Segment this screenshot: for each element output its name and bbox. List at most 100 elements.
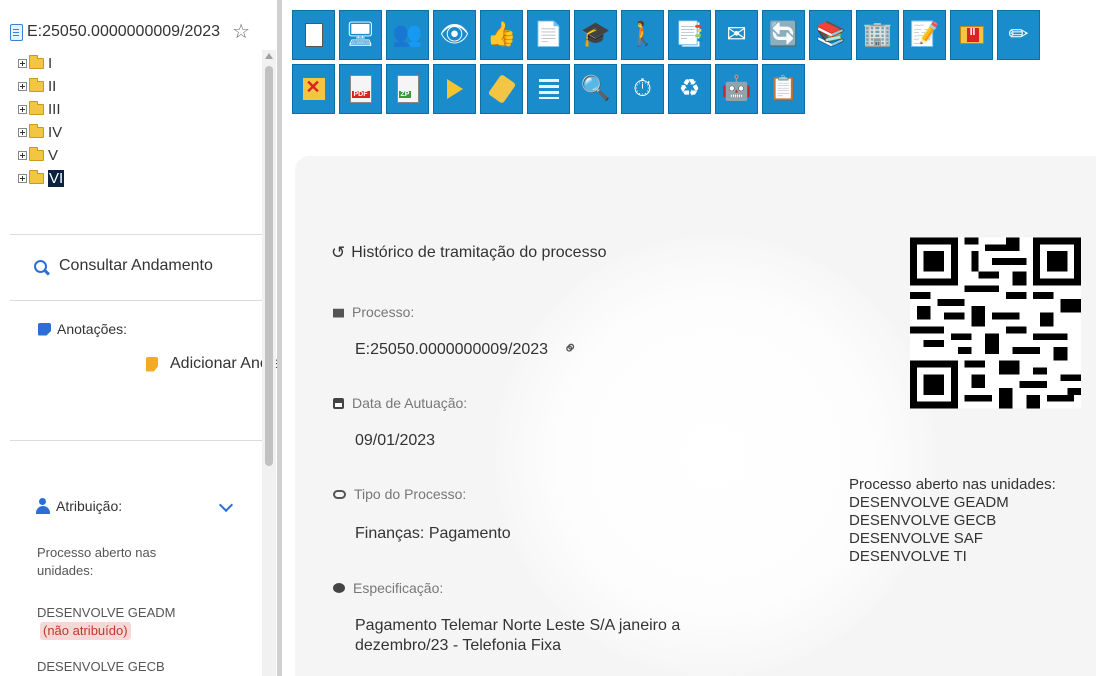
scroll-icon (333, 308, 344, 318)
new-document-button[interactable] (292, 10, 335, 60)
unit-name[interactable]: DESENVOLVE GECB (37, 659, 165, 674)
tree-item-label[interactable]: V (48, 147, 58, 164)
attribution-header[interactable]: Atribuição: (36, 498, 122, 514)
list-icon (538, 79, 559, 99)
scrollbar-thumb[interactable] (265, 66, 273, 466)
view-button[interactable]: 👁 (433, 10, 476, 60)
email-button[interactable]: ✉ (715, 10, 758, 60)
pdf-label: PDF (351, 91, 370, 98)
web-icon: 🖥 (345, 21, 376, 48)
refresh-button[interactable]: 🔄 (762, 10, 805, 60)
open-units-label: Processo aberto nas unidades: (37, 545, 157, 578)
divider (10, 440, 262, 441)
search-icon: 🔍 (580, 75, 611, 102)
edit-icon: ✏ (1008, 21, 1029, 48)
folder-icon (29, 78, 44, 92)
letter-button[interactable]: 📄 (527, 10, 570, 60)
tree-item-volume-3[interactable]: III (18, 98, 64, 121)
web-button[interactable]: 🖥 (339, 10, 382, 60)
spec-field-value: Pagamento Telemar Norte Leste S/A janeir… (355, 617, 681, 654)
date-field-label: Data de Autuação: (333, 395, 467, 411)
star-icon[interactable]: ☆ (232, 22, 250, 42)
user-icon (36, 498, 50, 514)
expand-icon[interactable] (18, 59, 27, 68)
history-label[interactable]: Histórico de tramitação do processo (351, 244, 606, 262)
expand-icon[interactable] (18, 105, 27, 114)
robot-button[interactable]: 🤖 (715, 64, 758, 114)
consult-progress-label[interactable]: Consultar Andamento (59, 257, 213, 275)
generate-zip-button[interactable]: ZP (386, 64, 429, 114)
expand-icon[interactable] (18, 174, 27, 183)
history-link[interactable]: ↺ Histórico de tramitação do processo (331, 243, 606, 263)
tag-button[interactable] (480, 64, 523, 114)
person-folder-button[interactable]: 🚶 (621, 10, 664, 60)
expand-icon[interactable] (18, 128, 27, 137)
left-scrollbar[interactable] (262, 50, 276, 676)
tree-item-volume-2[interactable]: II (18, 75, 64, 98)
unit-item: DESENVOLVE GECB (37, 658, 165, 676)
reload-docs-button[interactable]: ♻ (668, 64, 711, 114)
panel-resize-handle[interactable] (277, 0, 282, 676)
tree-item-label[interactable]: IV (48, 124, 62, 141)
note-icon: 📝 (909, 21, 940, 48)
move-docs-button[interactable]: 📑 (668, 10, 711, 60)
unit-name[interactable]: DESENVOLVE GEADM (37, 605, 175, 620)
open-unit-item[interactable]: DESENVOLVE GECB (849, 512, 1056, 530)
type-field-value: Finanças: Pagamento (355, 525, 511, 542)
process-header[interactable]: E:25050.0000000009/2023 ☆ (10, 22, 250, 42)
tree-item-label[interactable]: I (48, 55, 52, 72)
building-button[interactable]: 🏢 (856, 10, 899, 60)
stamp-button[interactable]: 🎓 (574, 10, 617, 60)
move-docs-icon: 📑 (674, 21, 705, 48)
search-icon (34, 259, 47, 273)
pdf-icon: PDF (349, 75, 372, 103)
stamp-icon: 🎓 (580, 21, 611, 48)
folder-icon (29, 147, 44, 161)
open-units-box: Processo aberto nas unidades: DESENVOLVE… (849, 476, 1056, 566)
type-field-label: Tipo do Processo: (333, 486, 466, 502)
flag-button[interactable] (433, 64, 476, 114)
pause-process-button[interactable] (950, 10, 993, 60)
process-number-link[interactable]: E:25050.0000000009/2023 (27, 23, 220, 41)
robot-icon: 🤖 (721, 75, 752, 102)
tree-item-label[interactable]: III (48, 101, 61, 118)
cloud-icon (333, 489, 346, 499)
tree-item-label[interactable]: VI (48, 170, 65, 187)
tree-item-volume-1[interactable]: I (18, 52, 64, 75)
tree-item-volume-5[interactable]: V (18, 144, 64, 167)
search-button[interactable]: 🔍 (574, 64, 617, 114)
open-unit-item[interactable]: DESENVOLVE SAF (849, 530, 1056, 548)
clock-icon: ⏱ (633, 75, 652, 102)
clock-button[interactable]: ⏱ (621, 64, 664, 114)
zip-icon: ZP (396, 75, 419, 103)
checklist-button[interactable]: 📋 (762, 64, 805, 114)
expand-icon[interactable] (18, 82, 27, 91)
open-unit-item[interactable]: DESENVOLVE GEADM (849, 494, 1056, 512)
people-button[interactable]: 👥 (386, 10, 429, 60)
open-unit-item[interactable]: DESENVOLVE TI (849, 548, 1056, 566)
eye-icon: 👁 (439, 21, 470, 48)
process-details-card: ↺ Histórico de tramitação do processo Pr… (295, 156, 1096, 676)
remove-folder-button[interactable] (292, 64, 335, 114)
email-icon: ✉ (726, 21, 747, 48)
consult-progress-link[interactable]: Consultar Andamento (34, 257, 213, 275)
expand-icon[interactable] (18, 151, 27, 160)
annotations-header: Anotações: (38, 321, 127, 337)
tree-item-volume-4[interactable]: IV (18, 121, 64, 144)
action-toolbar: 🖥 👥 👁 👍 📄 🎓 🚶 📑 ✉ 🔄 📚 🏢 📝 ✏ PDF ZP 🔍 ⏱ ♻… (292, 10, 1092, 118)
refresh-icon: 🔄 (768, 21, 799, 48)
divider (10, 234, 262, 235)
folder-icon (29, 101, 44, 115)
chevron-down-icon[interactable] (218, 497, 234, 513)
remove-folder-icon (302, 78, 325, 100)
tree-item-label[interactable]: II (48, 78, 56, 95)
scroll-up-arrow-icon[interactable] (265, 53, 273, 59)
edit-button[interactable]: ✏ (997, 10, 1040, 60)
list-button[interactable] (527, 64, 570, 114)
approve-button[interactable]: 👍 (480, 10, 523, 60)
note-button[interactable]: 📝 (903, 10, 946, 60)
books-button[interactable]: 📚 (809, 10, 852, 60)
tree-item-volume-6[interactable]: VI (18, 167, 65, 190)
generate-pdf-button[interactable]: PDF (339, 64, 382, 114)
people-icon: 👥 (392, 21, 423, 48)
